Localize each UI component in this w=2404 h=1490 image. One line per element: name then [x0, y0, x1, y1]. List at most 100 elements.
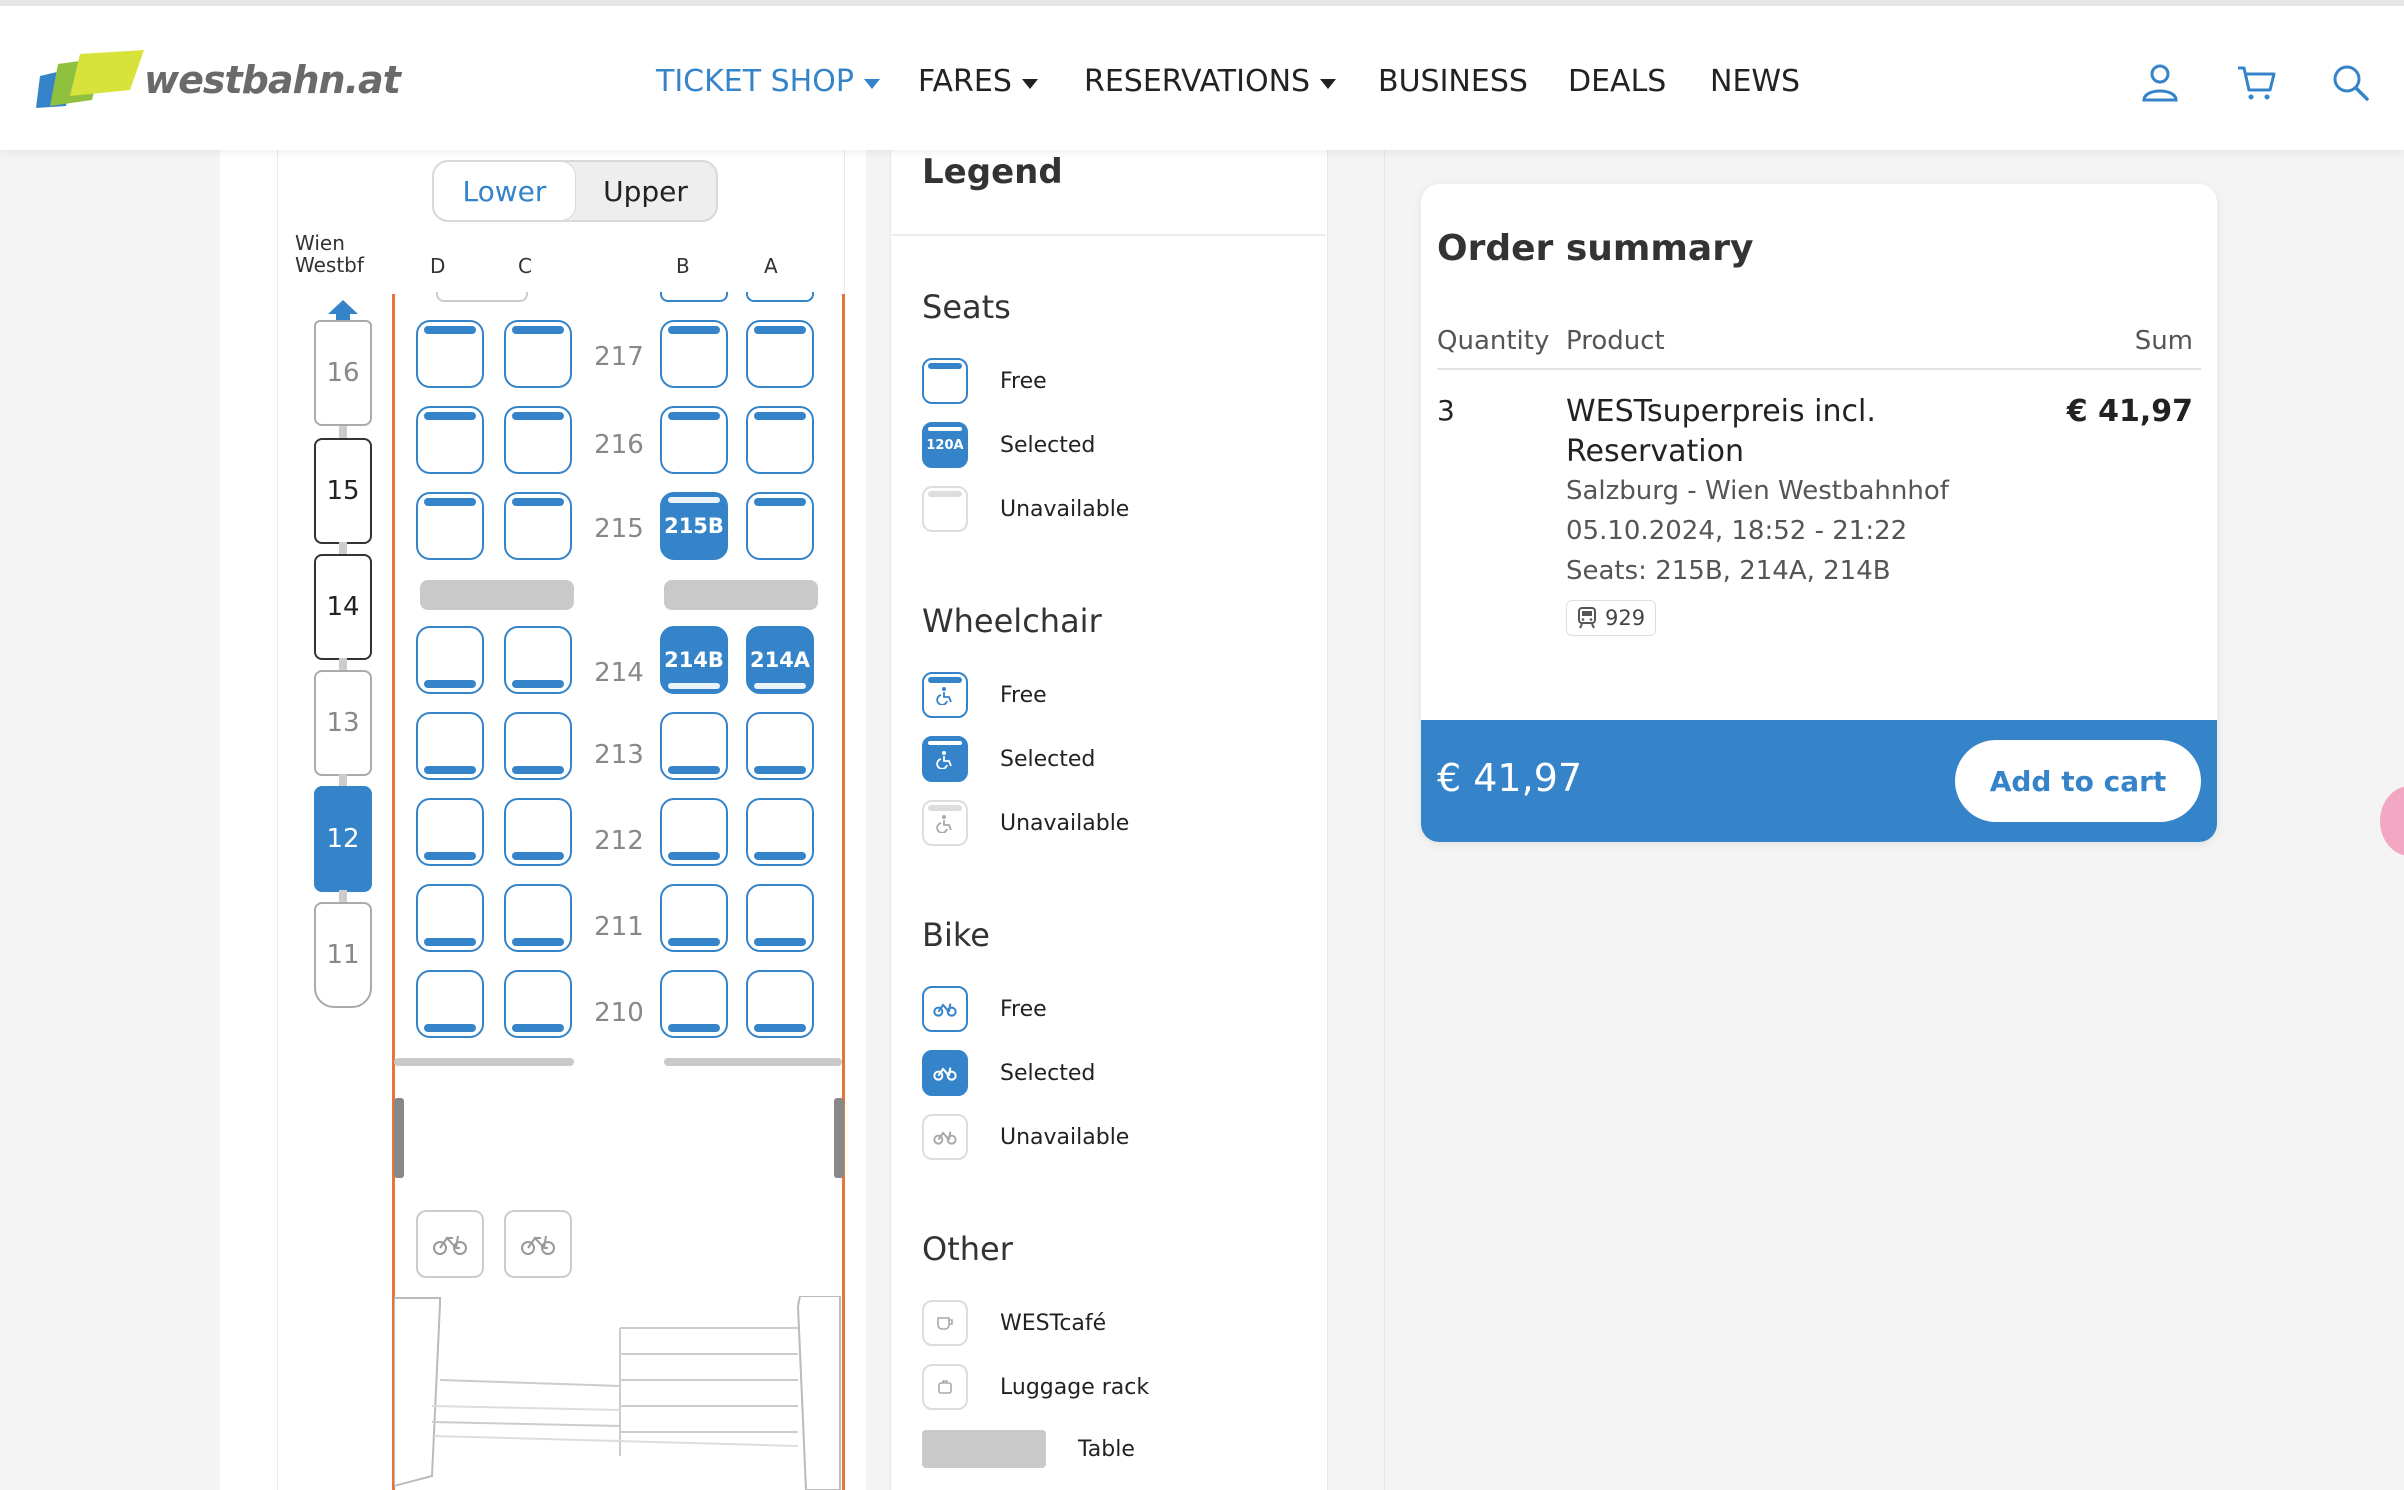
bike-selected-swatch [922, 1050, 968, 1096]
seat-213c[interactable] [504, 712, 572, 780]
wheelchair-icon [936, 815, 952, 833]
seat-216a[interactable] [746, 406, 814, 474]
direction-arrow-icon [328, 300, 358, 320]
nav-fares[interactable]: FARES [918, 64, 1038, 99]
divider [892, 234, 1326, 236]
legend-seat-free: Free [922, 358, 1047, 404]
legend-wheelchair-selected: Selected [922, 736, 1095, 782]
seat-212a[interactable] [746, 798, 814, 866]
car-14[interactable]: 14 [314, 554, 372, 660]
seat-210a[interactable] [746, 970, 814, 1038]
table [664, 580, 818, 610]
seat-215a[interactable] [746, 492, 814, 560]
column-label-c: C [518, 254, 532, 278]
seat-216d[interactable] [416, 406, 484, 474]
seat-216b[interactable] [660, 406, 728, 474]
legend-wheelchair-free: Free [922, 672, 1047, 718]
nav-business[interactable]: BUSINESS [1378, 64, 1528, 99]
user-icon[interactable] [2140, 62, 2180, 102]
stairs-area [394, 1296, 841, 1490]
seat-214d[interactable] [416, 626, 484, 694]
table-swatch [922, 1430, 1046, 1468]
seat-217b[interactable] [660, 320, 728, 388]
deck-upper-button[interactable]: Upper [575, 162, 716, 220]
seat-211a[interactable] [746, 884, 814, 952]
seat-211d[interactable] [416, 884, 484, 952]
legend-label: Free [1000, 368, 1047, 394]
car-13[interactable]: 13 [314, 670, 372, 776]
row-number: 216 [594, 430, 644, 460]
seat-211c[interactable] [504, 884, 572, 952]
legend-bike-free: Free [922, 986, 1047, 1032]
car-11[interactable]: 11 [314, 902, 372, 1008]
logo-mark-icon [36, 50, 144, 108]
partition [664, 1058, 842, 1066]
bike-slot[interactable] [504, 1210, 572, 1278]
nav-label: NEWS [1710, 64, 1801, 99]
wheelchair-icon [936, 687, 952, 705]
seat-212b[interactable] [660, 798, 728, 866]
legend-wheelchair-unavailable: Unavailable [922, 800, 1129, 846]
train-number: 929 [1605, 606, 1646, 630]
seat-213a[interactable] [746, 712, 814, 780]
seat-217d[interactable] [416, 320, 484, 388]
legend-label: Selected [1000, 1060, 1096, 1086]
seat-212d[interactable] [416, 798, 484, 866]
seat-unavailable-swatch [922, 486, 968, 532]
wheelchair-selected-swatch [922, 736, 968, 782]
westbahn-logo[interactable]: westbahn.at [36, 50, 401, 114]
column-label-d: D [430, 254, 446, 278]
nav-reservations[interactable]: RESERVATIONS [1084, 64, 1337, 99]
header-sum: Sum [2134, 326, 2193, 356]
seat-217c[interactable] [504, 320, 572, 388]
add-to-cart-button[interactable]: Add to cart [1955, 740, 2201, 822]
legend-table: Table [922, 1430, 1135, 1468]
nav-label: TICKET SHOP [656, 64, 854, 99]
seat-partial [660, 292, 728, 302]
header-quantity: Quantity [1437, 326, 1550, 356]
legend-label: Table [1078, 1436, 1135, 1462]
seat-210c[interactable] [504, 970, 572, 1038]
seat-215b[interactable]: 215B [660, 492, 728, 560]
bike-slot[interactable] [416, 1210, 484, 1278]
legend-bike-unavailable: Unavailable [922, 1114, 1129, 1160]
seat-211b[interactable] [660, 884, 728, 952]
nav-label: DEALS [1568, 64, 1667, 99]
legend-wheelchair-title: Wheelchair [922, 602, 1102, 640]
luggage-icon [938, 1380, 952, 1394]
car-15[interactable]: 15 [314, 438, 372, 544]
bike-icon [933, 1131, 957, 1145]
seat-free-swatch [922, 358, 968, 404]
legend-luggage: Luggage rack [922, 1364, 1149, 1410]
order-summary-title: Order summary [1437, 228, 1754, 269]
car-16[interactable]: 16 [314, 320, 372, 426]
chevron-down-icon [1320, 78, 1337, 89]
seat-216c[interactable] [504, 406, 572, 474]
car-12[interactable]: 12 [314, 786, 372, 892]
seat-215c[interactable] [504, 492, 572, 560]
seat-210b[interactable] [660, 970, 728, 1038]
seat-212c[interactable] [504, 798, 572, 866]
seat-213d[interactable] [416, 712, 484, 780]
order-summary-footer: € 41,97 Add to cart [1421, 720, 2217, 842]
door [394, 1098, 404, 1178]
cart-icon[interactable] [2236, 62, 2276, 102]
seat-partial [746, 292, 814, 302]
deck-lower-button[interactable]: Lower [434, 162, 575, 220]
seat-214b[interactable]: 214B [660, 626, 728, 694]
seat-215d[interactable] [416, 492, 484, 560]
seat-selected-swatch: 120A [922, 422, 968, 468]
row-number: 212 [594, 826, 644, 856]
seat-213b[interactable] [660, 712, 728, 780]
chevron-down-icon [1021, 78, 1038, 89]
nav-deals[interactable]: DEALS [1568, 64, 1666, 99]
seat-217a[interactable] [746, 320, 814, 388]
nav-ticket-shop[interactable]: TICKET SHOP [656, 64, 880, 99]
bike-icon [521, 1235, 555, 1255]
seat-214a[interactable]: 214A [746, 626, 814, 694]
nav-label: FARES [918, 64, 1012, 99]
nav-news[interactable]: NEWS [1710, 64, 1800, 99]
search-icon[interactable] [2330, 62, 2370, 102]
seat-210d[interactable] [416, 970, 484, 1038]
seat-214c[interactable] [504, 626, 572, 694]
